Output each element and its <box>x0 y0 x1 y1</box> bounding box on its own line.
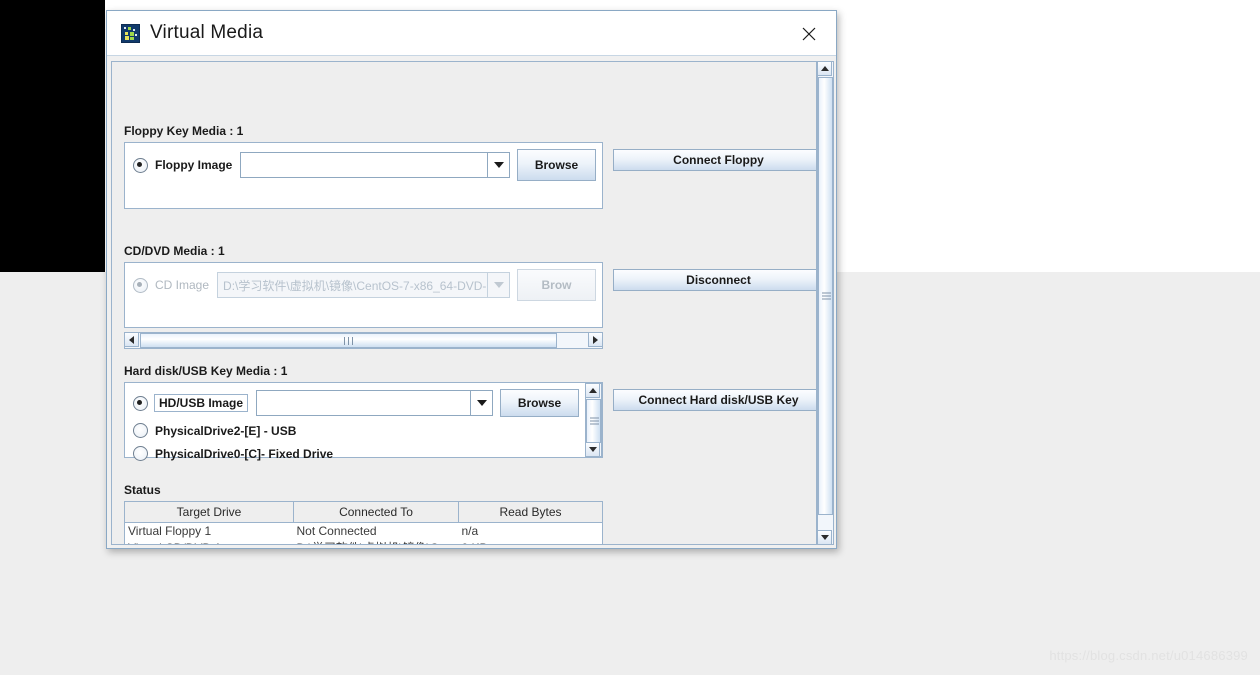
scroll-right-icon[interactable] <box>588 332 603 347</box>
floppy-image-input[interactable] <box>240 152 488 178</box>
physicaldrive0-radio[interactable] <box>133 446 148 461</box>
dialog-content-wrapper: Floppy Key Media : 1 Floppy Image Browse <box>107 57 838 549</box>
floppy-image-combo <box>240 152 510 178</box>
scroll-left-icon[interactable] <box>124 332 139 347</box>
status-section: Status Target Drive Connected To Read By… <box>124 483 603 545</box>
hd-image-radio[interactable] <box>133 395 148 411</box>
close-icon[interactable] <box>790 19 828 49</box>
cell-connected-to: Not Connected <box>296 524 377 538</box>
dialog-titlebar: Virtual Media <box>107 11 836 56</box>
cell-target-drive: Virtual Floppy 1 <box>128 524 212 538</box>
cd-panel: CD Image D:\学习软件\虚拟机\镜像\CentOS-7-x86_64-… <box>124 262 603 328</box>
chevron-down-icon[interactable] <box>471 390 493 416</box>
floppy-image-label: Floppy Image <box>155 158 233 172</box>
physicaldrive2-label: PhysicalDrive2-[E] - USB <box>155 423 297 438</box>
cd-image-radio[interactable] <box>133 277 148 293</box>
cell-read-bytes: n/a <box>461 524 479 538</box>
watermark-text: https://blog.csdn.net/u014686399 <box>1049 648 1248 663</box>
harddisk-scrollbar-thumb[interactable] <box>586 399 601 443</box>
cd-section: CD/DVD Media : 1 CD Image D:\学习软件\虚拟机\镜像… <box>124 244 603 349</box>
harddisk-section-label: Hard disk/USB Key Media : 1 <box>124 364 288 378</box>
column-header-connected-to: Connected To <box>293 501 459 523</box>
scroll-down-icon[interactable] <box>817 530 832 545</box>
column-header-target-drive: Target Drive <box>124 501 294 523</box>
cd-horizontal-scrollbar[interactable] <box>124 332 603 349</box>
floppy-section-label: Floppy Key Media : 1 <box>124 124 244 138</box>
harddisk-panel: HD/USB Image Browse PhysicalDrive2-[E] -… <box>124 382 603 461</box>
cell-read-bytes: 0 KB <box>459 539 603 545</box>
desktop-black-region <box>0 0 105 272</box>
physicaldrive0-label: PhysicalDrive0-[C]- Fixed Drive <box>155 446 334 461</box>
dialog-content: Floppy Key Media : 1 Floppy Image Browse <box>111 61 817 545</box>
cd-image-input[interactable]: D:\学习软件\虚拟机\镜像\CentOS-7-x86_64-DVD-1708.… <box>217 272 488 298</box>
dialog-scrollbar-thumb[interactable] <box>818 77 833 515</box>
table-row[interactable]: Virtual CD/DVD 1 D:\学习软件\虚拟机\镜像\C... 0 K… <box>125 539 603 545</box>
table-row[interactable]: Virtual Floppy 1 Not Connected n/a <box>125 523 603 540</box>
hd-image-row: HD/USB Image Browse <box>125 383 585 419</box>
scroll-down-icon[interactable] <box>585 442 600 457</box>
cell-connected-to: D:\学习软件\虚拟机\镜像\C... <box>294 539 459 544</box>
harddisk-vertical-scrollbar[interactable] <box>585 383 602 457</box>
cd-image-combo: D:\学习软件\虚拟机\镜像\CentOS-7-x86_64-DVD-1708.… <box>217 272 510 298</box>
floppy-section: Floppy Key Media : 1 Floppy Image Browse <box>124 124 603 209</box>
status-section-label: Status <box>124 483 161 497</box>
list-item[interactable]: PhysicalDrive2-[E] - USB <box>125 419 585 442</box>
cd-section-label: CD/DVD Media : 1 <box>124 244 225 258</box>
status-table-header-row: Target Drive Connected To Read Bytes <box>124 501 603 523</box>
hd-image-label: HD/USB Image <box>154 394 249 412</box>
desktop-white-region <box>838 0 1260 272</box>
disconnect-button[interactable]: Disconnect <box>613 269 816 291</box>
floppy-panel: Floppy Image Browse <box>124 142 603 209</box>
status-table: Target Drive Connected To Read Bytes Vir… <box>124 501 603 545</box>
page-title: Virtual Media <box>150 22 264 43</box>
floppy-image-radio[interactable] <box>133 157 148 173</box>
cd-image-row: CD Image D:\学习软件\虚拟机\镜像\CentOS-7-x86_64-… <box>125 263 602 307</box>
floppy-browse-button[interactable]: Browse <box>517 149 596 181</box>
harddisk-section: Hard disk/USB Key Media : 1 HD/USB Image… <box>124 364 603 461</box>
scroll-up-icon[interactable] <box>585 383 600 398</box>
virtual-media-dialog: Virtual Media Floppy Key Media : 1 Flopp… <box>106 10 837 549</box>
hd-image-input[interactable] <box>256 390 471 416</box>
hd-browse-button[interactable]: Browse <box>500 389 579 417</box>
virtual-media-icon <box>121 23 140 43</box>
list-item[interactable]: PhysicalDrive0-[C]- Fixed Drive <box>125 442 585 465</box>
cd-scrollbar-thumb[interactable] <box>140 333 557 348</box>
chevron-down-icon[interactable] <box>488 272 510 298</box>
chevron-down-icon[interactable] <box>488 152 510 178</box>
cd-image-label: CD Image <box>155 278 210 292</box>
connect-floppy-button[interactable]: Connect Floppy <box>613 149 816 171</box>
floppy-image-row: Floppy Image Browse <box>125 143 602 187</box>
cd-browse-button[interactable]: Brow <box>517 269 596 301</box>
scroll-up-icon[interactable] <box>817 61 832 76</box>
hd-image-combo <box>256 390 493 416</box>
connect-harddisk-usb-button[interactable]: Connect Hard disk/USB Key <box>613 389 816 411</box>
cell-target-drive: Virtual CD/DVD 1 <box>125 539 294 545</box>
column-header-read-bytes: Read Bytes <box>458 501 603 523</box>
dialog-vertical-scrollbar[interactable] <box>817 61 834 545</box>
physicaldrive2-radio[interactable] <box>133 423 148 438</box>
